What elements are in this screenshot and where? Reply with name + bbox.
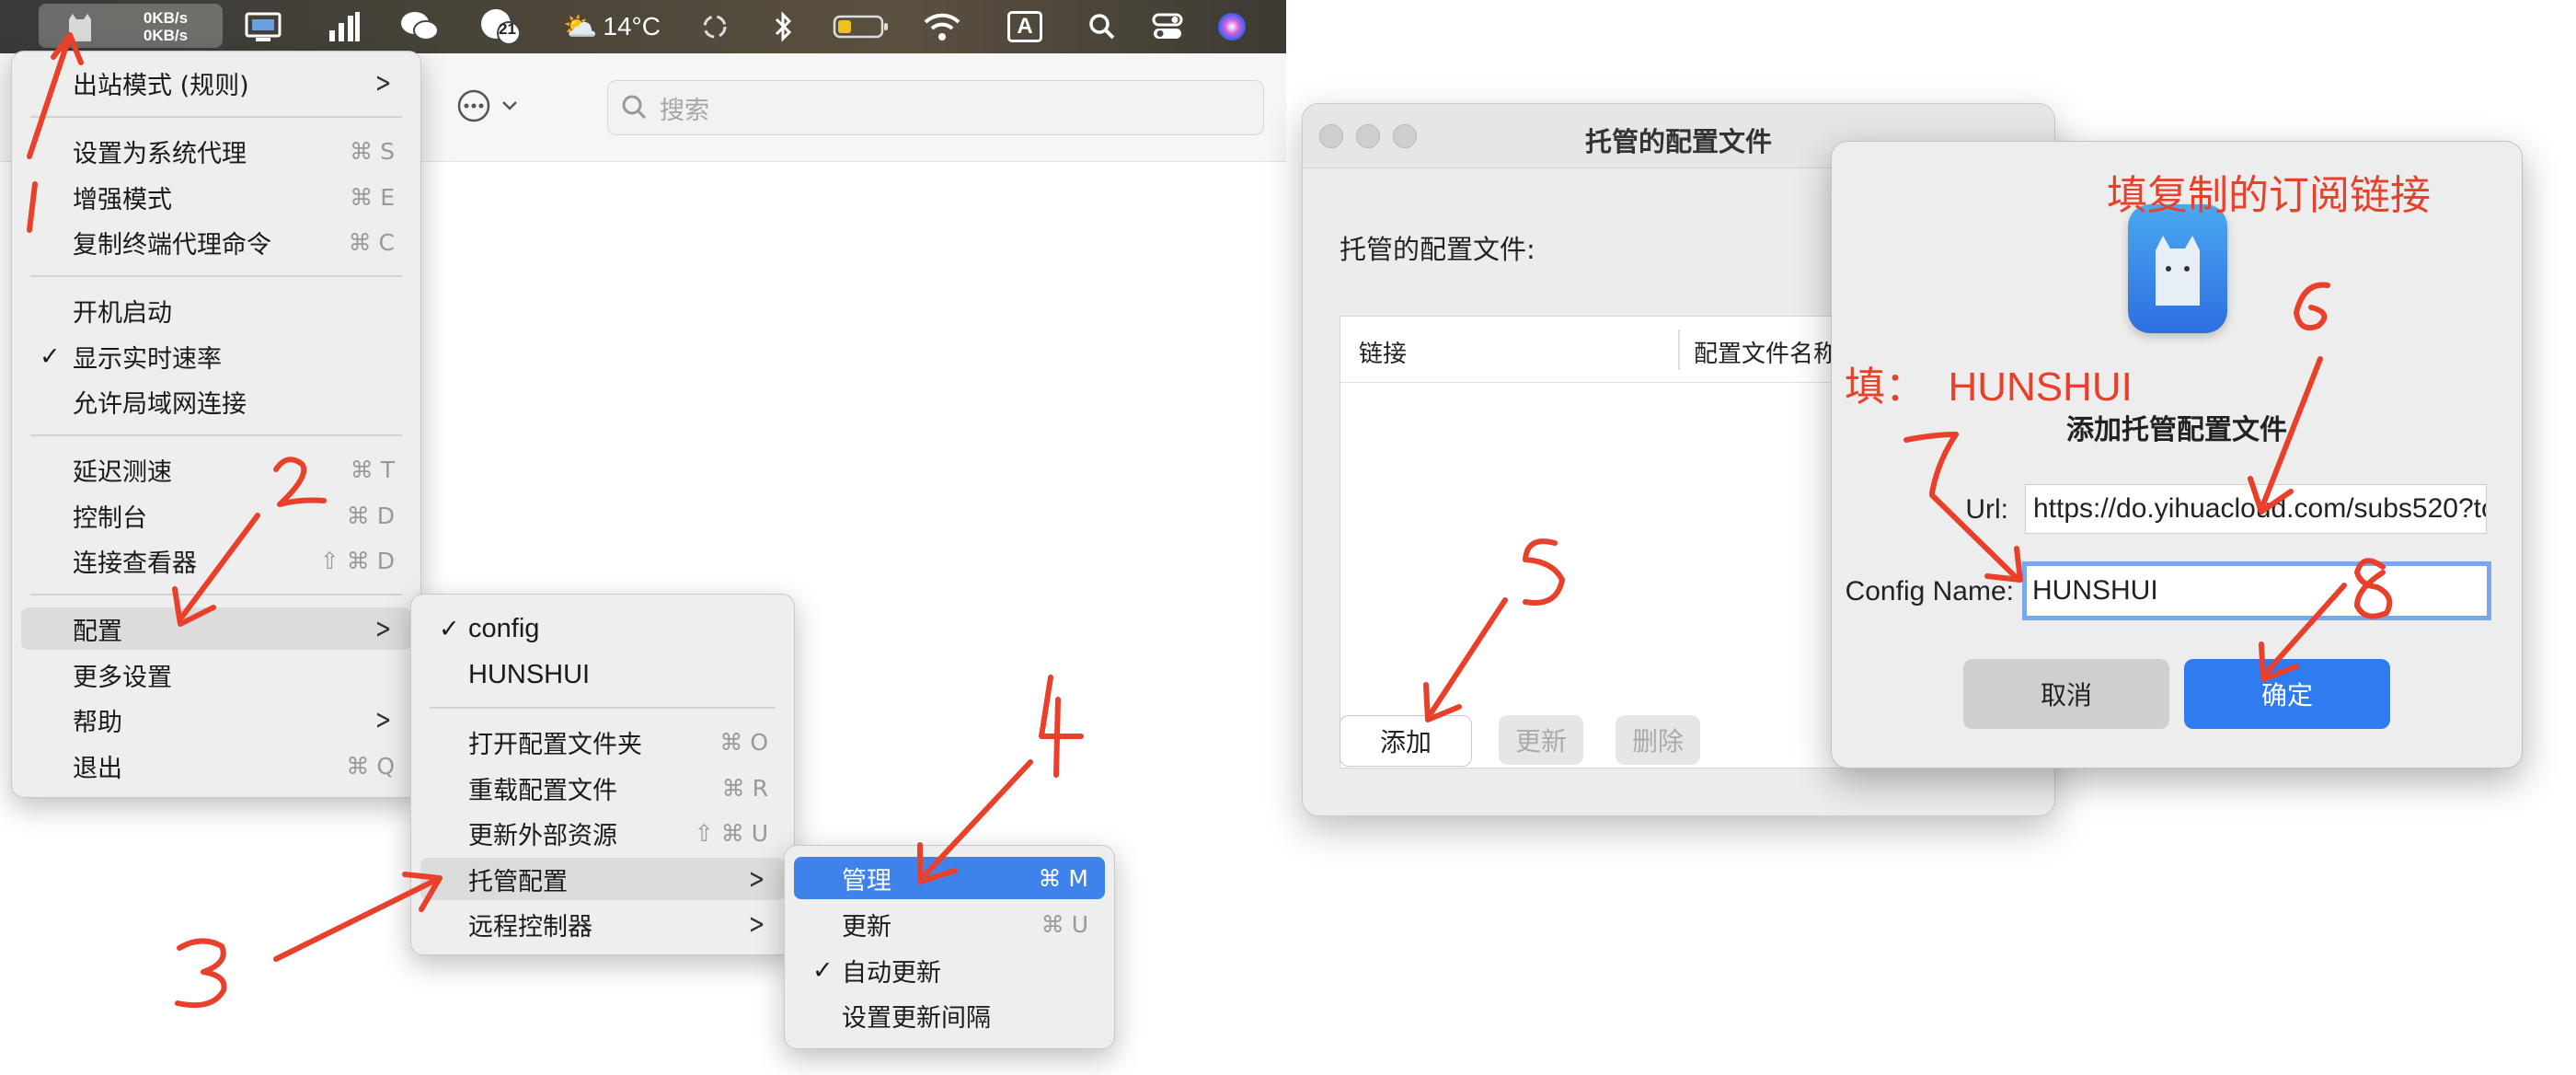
annotation-overlay — [27, 32, 2393, 1009]
